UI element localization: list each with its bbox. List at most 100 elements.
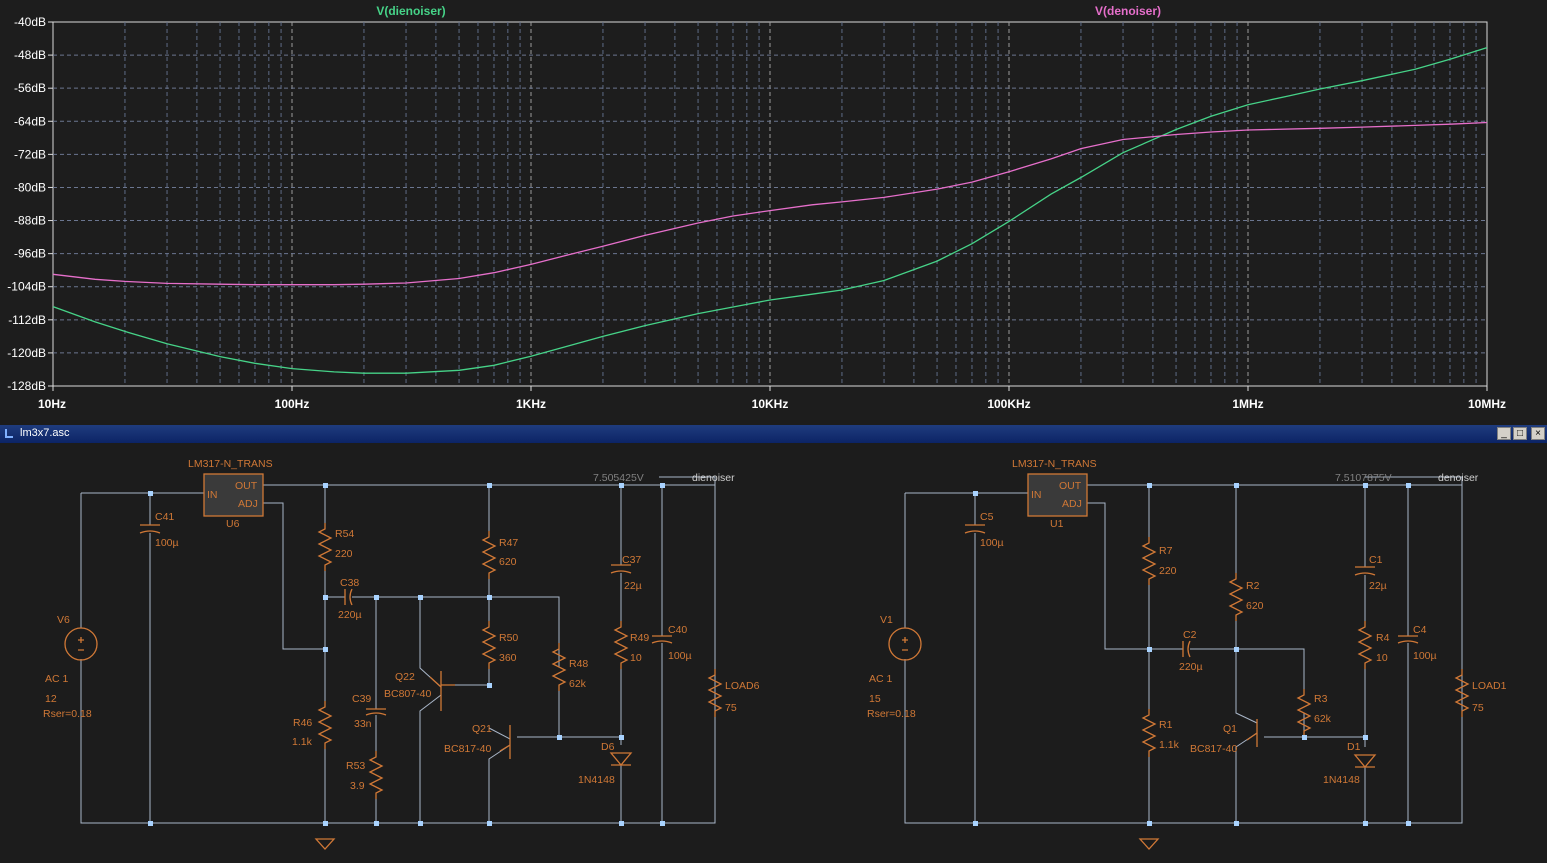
c4-ref: C4 xyxy=(1413,624,1427,636)
window-title: lm3x7.asc xyxy=(20,427,70,439)
bode-plot[interactable]: -40dB -48dB -56dB -64dB -72dB -80dB -88dB -96dB… xyxy=(0,0,1547,420)
c41-value: 100µ xyxy=(155,537,179,549)
waveform-plot-pane[interactable]: -40dB -48dB -56dB -64dB -72dB -80dB -88dB -96dB… xyxy=(0,0,1547,420)
v6-ref: V6 xyxy=(57,614,70,626)
y-tick-label: -56dB xyxy=(14,81,46,95)
right-node-voltage: 7.5107875V xyxy=(1335,472,1392,484)
close-button[interactable]: × xyxy=(1531,427,1545,440)
legend-denoiser[interactable]: V(denoiser) xyxy=(1095,4,1161,18)
y-tick-label: -96dB xyxy=(14,247,46,261)
v6-rser: Rser=0.18 xyxy=(43,708,92,720)
c2-value: 220µ xyxy=(1179,661,1203,673)
y-tick-label: -72dB xyxy=(14,147,46,161)
u1-out-pin: OUT xyxy=(1059,480,1082,492)
q22-model: BC807-40 xyxy=(384,688,431,700)
y-tick-label: -128dB xyxy=(7,379,46,393)
r2-ref: R2 xyxy=(1246,580,1260,592)
schematic-canvas[interactable]: LM317-N_TRANS IN OUT ADJ U6 7.505425V di… xyxy=(0,443,1547,858)
y-tick-label: -112dB xyxy=(8,313,46,327)
c38-ref: C38 xyxy=(340,577,359,589)
r49-value: 10 xyxy=(630,652,642,664)
c41-ref: C41 xyxy=(155,511,174,523)
u1-adj-pin: ADJ xyxy=(1062,498,1082,510)
v1-ac: AC 1 xyxy=(869,673,893,685)
v1-rser: Rser=0.18 xyxy=(867,708,916,720)
r1-value: 1.1k xyxy=(1159,739,1180,751)
x-tick-label: 100Hz xyxy=(275,397,310,411)
c37-ref: C37 xyxy=(622,554,641,566)
schematic-window-titlebar[interactable]: lm3x7.asc _ □ × xyxy=(0,425,1547,443)
v1-dc: 15 xyxy=(869,693,881,705)
r7-value: 220 xyxy=(1159,565,1177,577)
r48-value: 62k xyxy=(569,678,587,690)
r50-value: 360 xyxy=(499,652,517,664)
r3-ref: R3 xyxy=(1314,693,1328,705)
c2-ref: C2 xyxy=(1183,629,1197,641)
u1-model-label: LM317-N_TRANS xyxy=(1012,458,1097,470)
c5-value: 100µ xyxy=(980,537,1004,549)
c4-value: 100µ xyxy=(1413,650,1437,662)
r50-ref: R50 xyxy=(499,632,518,644)
x-tick-label: 1MHz xyxy=(1232,397,1263,411)
d6-model: 1N4148 xyxy=(578,774,615,786)
r46-value: 1.1k xyxy=(292,736,313,748)
left-components xyxy=(64,473,722,850)
c39-value: 33n xyxy=(354,718,372,730)
q22-ref: Q22 xyxy=(395,671,415,683)
u6-in-pin: IN xyxy=(207,489,218,501)
r3-value: 62k xyxy=(1314,713,1332,725)
right-labels: LM317-N_TRANS IN OUT ADJ U1 7.5107875V d… xyxy=(867,458,1507,786)
legend: V(dienoiser) V(denoiser) xyxy=(376,4,1161,18)
q21-ref: Q21 xyxy=(472,723,492,735)
u1-in-pin: IN xyxy=(1031,489,1042,501)
x-tick-label: 10MHz xyxy=(1468,397,1506,411)
r7-ref: R7 xyxy=(1159,545,1173,557)
x-tick-label: 10Hz xyxy=(38,397,66,411)
u1-ref-label: U1 xyxy=(1050,518,1064,530)
r53-value: 3.9 xyxy=(350,780,365,792)
r1-ref: R1 xyxy=(1159,719,1173,731)
y-tick-label: -80dB xyxy=(14,180,46,194)
y-tick-label: -64dB xyxy=(14,114,46,128)
c40-value: 100µ xyxy=(668,650,692,662)
q1-model: BC817-40 xyxy=(1190,743,1237,755)
r54-ref: R54 xyxy=(335,528,354,540)
maximize-button[interactable]: □ xyxy=(1513,427,1527,440)
u6-model-label: LM317-N_TRANS xyxy=(188,458,273,470)
v6-dc: 12 xyxy=(45,693,57,705)
x-tick-label: 100KHz xyxy=(987,397,1030,411)
r49-ref: R49 xyxy=(630,632,649,644)
r53-ref: R53 xyxy=(346,760,365,772)
r54-value: 220 xyxy=(335,548,353,560)
v6-ac: AC 1 xyxy=(45,673,69,685)
left-node-voltage: 7.505425V xyxy=(593,472,644,484)
q1-ref: Q1 xyxy=(1223,723,1237,735)
v1-ref: V1 xyxy=(880,614,893,626)
u6-out-pin: OUT xyxy=(235,480,258,492)
y-tick-label: -88dB xyxy=(14,214,46,228)
load1-value: 75 xyxy=(1472,702,1484,714)
minimize-button[interactable]: _ xyxy=(1497,427,1511,440)
left-circuit xyxy=(80,476,716,824)
y-tick-label: -104dB xyxy=(7,280,46,294)
load6-ref: LOAD6 xyxy=(725,680,760,692)
r4-value: 10 xyxy=(1376,652,1388,664)
q21-model: BC817-40 xyxy=(444,743,491,755)
c1-value: 22µ xyxy=(1369,580,1387,592)
r46-ref: R46 xyxy=(293,717,312,729)
c40-ref: C40 xyxy=(668,624,687,636)
y-tick-label: -40dB xyxy=(14,15,46,29)
legend-dienoiser[interactable]: V(dienoiser) xyxy=(376,4,445,18)
left-net-label: dienoiser xyxy=(692,472,735,484)
r4-ref: R4 xyxy=(1376,632,1390,644)
c38-value: 220µ xyxy=(338,609,362,621)
load1-ref: LOAD1 xyxy=(1472,680,1507,692)
r2-value: 620 xyxy=(1246,600,1264,612)
y-tick-label: -48dB xyxy=(14,48,46,62)
c1-ref: C1 xyxy=(1369,554,1383,566)
u6-adj-pin: ADJ xyxy=(238,498,258,510)
d1-ref: D1 xyxy=(1347,741,1361,753)
load6-value: 75 xyxy=(725,702,737,714)
c5-ref: C5 xyxy=(980,511,994,523)
u6-ref-label: U6 xyxy=(226,518,240,530)
